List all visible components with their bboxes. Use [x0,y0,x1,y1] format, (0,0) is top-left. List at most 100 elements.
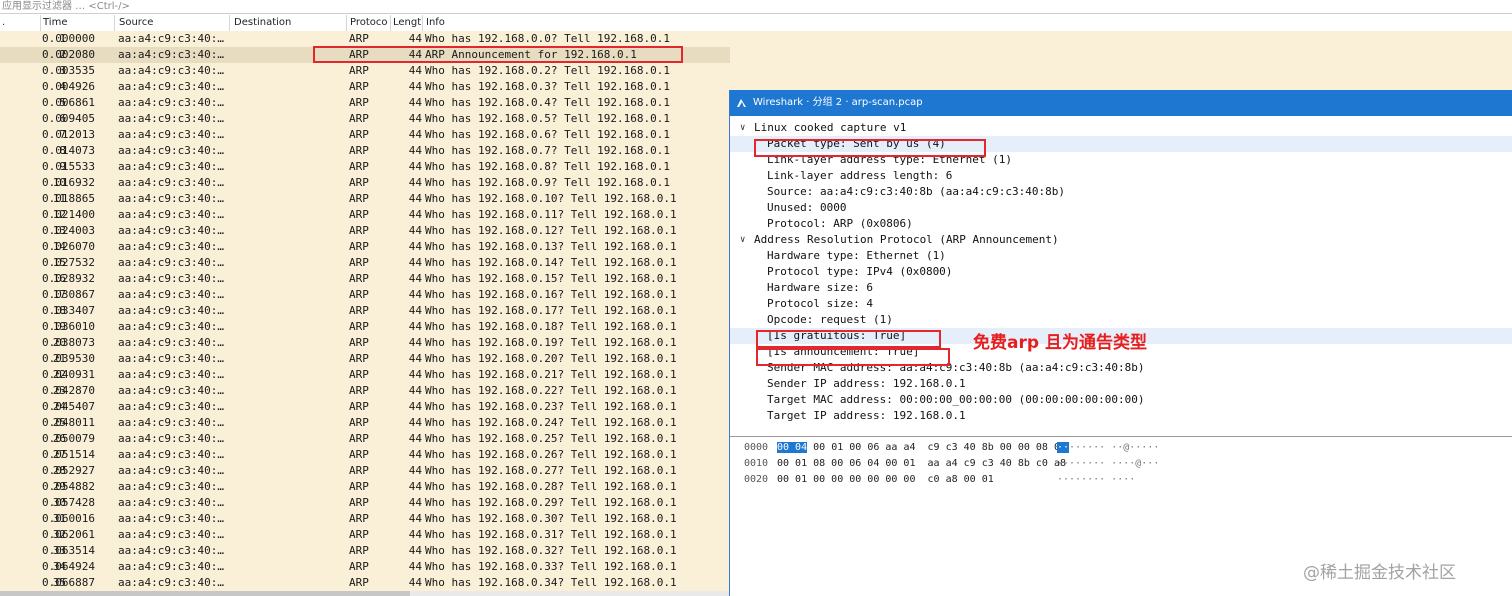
packet-details-tree[interactable]: ∨ Linux cooked capture v1 Packet type: Sen… [730,120,1512,437]
packet-row[interactable]: 14 0.026070 aa:a4:c9:c3:40:… ARP 44 Who has 1… [0,239,730,255]
packet-protocol: ARP [349,512,369,525]
packet-row[interactable]: 33 0.063514 aa:a4:c9:c3:40:… ARP 44 Who has 1… [0,543,730,559]
tree-node-field[interactable]: Target MAC address: 00:00:00_00:00:00 (0… [730,392,1512,408]
packet-row[interactable]: 23 0.042870 aa:a4:c9:c3:40:… ARP 44 Who has 1… [0,383,730,399]
packet-info: Who has 192.168.0.21? Tell 192.168.0.1 [425,368,677,381]
packet-source: aa:a4:c9:c3:40:… [118,272,224,285]
hex-offset: 0020 [744,474,769,485]
packet-source: aa:a4:c9:c3:40:… [118,144,224,157]
ascii-selected[interactable]: ·· [1057,442,1070,453]
packet-protocol: ARP [349,64,369,77]
tree-node-field[interactable]: Protocol type: IPv4 (0x0800) [730,264,1512,280]
hex-selected-bytes[interactable]: 00 04 [777,442,808,453]
packet-source: aa:a4:c9:c3:40:… [118,32,224,45]
packet-info: Who has 192.168.0.13? Tell 192.168.0.1 [425,240,677,253]
packet-row[interactable]: 12 0.021400 aa:a4:c9:c3:40:… ARP 44 Who has 1… [0,207,730,223]
packet-length: 44 [408,144,422,157]
hex-row[interactable]: 0010 00 01 08 00 06 04 00 01 aa a4 c9 c3 … [730,456,1512,472]
packet-row[interactable]: 9 0.015533 aa:a4:c9:c3:40:… ARP 44 Who has 19… [0,159,730,175]
packet-info: Who has 192.168.0.7? Tell 192.168.0.1 [425,144,671,157]
packet-info: Who has 192.168.0.14? Tell 192.168.0.1 [425,256,677,269]
scrollbar-thumb[interactable] [0,591,410,596]
packet-row[interactable]: 13 0.024003 aa:a4:c9:c3:40:… ARP 44 Who has 1… [0,223,730,239]
expand-chevron-icon[interactable]: ∨ [740,120,745,136]
packet-row[interactable]: 34 0.064924 aa:a4:c9:c3:40:… ARP 44 Who has 1… [0,559,730,575]
col-no-header[interactable]: . [2,17,5,29]
tree-node-protocol[interactable]: ∨ Linux cooked capture v1 [730,120,1512,136]
packet-row[interactable]: 19 0.036010 aa:a4:c9:c3:40:… ARP 44 Who has 1… [0,319,730,335]
tree-node-field[interactable]: Source: aa:a4:c9:c3:40:8b (aa:a4:c9:c3:4… [730,184,1512,200]
hex-byte-values: 00 01 00 06 aa a4 c9 c3 40 8b 00 00 08 0… [807,442,1066,453]
packet-row[interactable]: 26 0.050079 aa:a4:c9:c3:40:… ARP 44 Who has 1… [0,431,730,447]
packet-row[interactable]: 29 0.054882 aa:a4:c9:c3:40:… ARP 44 Who has 1… [0,479,730,495]
packet-bytes-pane[interactable]: 0000 00 04 00 01 00 06 aa a4 c9 c3 40 8b … [730,440,1512,500]
tree-node-field[interactable]: Hardware size: 6 [730,280,1512,296]
packet-info: Who has 192.168.0.0? Tell 192.168.0.1 [425,32,671,45]
hex-row[interactable]: 0000 00 04 00 01 00 06 aa a4 c9 c3 40 8b … [730,440,1512,456]
packet-row[interactable]: 8 0.014073 aa:a4:c9:c3:40:… ARP 44 Who has 19… [0,143,730,159]
packet-row[interactable]: 21 0.039530 aa:a4:c9:c3:40:… ARP 44 Who has 1… [0,351,730,367]
packet-row[interactable]: 17 0.030867 aa:a4:c9:c3:40:… ARP 44 Who has 1… [0,287,730,303]
packet-row[interactable]: 20 0.038073 aa:a4:c9:c3:40:… ARP 44 Who has 1… [0,335,730,351]
packet-protocol: ARP [349,304,369,317]
tree-node-field[interactable]: Protocol: ARP (0x0806) [730,216,1512,232]
tree-node-field[interactable]: Sender IP address: 192.168.0.1 [730,376,1512,392]
window-title-bar[interactable]: Wireshark · 分组 2 · arp-scan.pcap [730,90,1512,116]
packet-row[interactable]: 5 0.006861 aa:a4:c9:c3:40:… ARP 44 Who has 19… [0,95,730,111]
packet-time: 0.002080 [42,48,95,61]
packet-protocol: ARP [349,144,369,157]
tree-node-field[interactable]: Target IP address: 192.168.0.1 [730,408,1512,424]
hex-row[interactable]: 0020 00 01 00 00 00 00 00 00 c0 a8 00 01 ·… [730,472,1512,488]
packet-row[interactable]: 22 0.040931 aa:a4:c9:c3:40:… ARP 44 Who has 1… [0,367,730,383]
packet-protocol: ARP [349,464,369,477]
col-time-header[interactable]: Time [43,17,67,29]
packet-row[interactable]: 30 0.057428 aa:a4:c9:c3:40:… ARP 44 Who has 1… [0,495,730,511]
hex-offset: 0000 [744,442,769,453]
packet-row[interactable]: 31 0.060016 aa:a4:c9:c3:40:… ARP 44 Who has 1… [0,511,730,527]
packet-row[interactable]: 15 0.027532 aa:a4:c9:c3:40:… ARP 44 Who has 1… [0,255,730,271]
packet-row[interactable]: 10 0.016932 aa:a4:c9:c3:40:… ARP 44 Who has 1… [0,175,730,191]
expand-chevron-icon[interactable]: ∨ [740,232,745,248]
packet-info: Who has 192.168.0.30? Tell 192.168.0.1 [425,512,677,525]
tree-node-label: Protocol type: IPv4 (0x0800) [767,265,953,278]
packet-row[interactable]: 18 0.033407 aa:a4:c9:c3:40:… ARP 44 Who has 1… [0,303,730,319]
tree-node-field[interactable]: Protocol size: 4 [730,296,1512,312]
highlight-box-packet-type [754,139,986,157]
col-source-header[interactable]: Source [119,17,153,29]
tree-node-field[interactable]: Unused: 0000 [730,200,1512,216]
packet-length: 44 [408,320,422,333]
packet-protocol: ARP [349,192,369,205]
packet-row[interactable]: 4 0.004926 aa:a4:c9:c3:40:… ARP 44 Who has 19… [0,79,730,95]
display-filter-input[interactable]: 应用显示过滤器 … <Ctrl-/> [0,0,1512,14]
packet-row[interactable]: 28 0.052927 aa:a4:c9:c3:40:… ARP 44 Who has 1… [0,463,730,479]
packet-row[interactable]: 11 0.018865 aa:a4:c9:c3:40:… ARP 44 Who has 1… [0,191,730,207]
col-length-header[interactable]: Lengt [393,17,421,29]
col-info-header[interactable]: Info [426,17,445,29]
tree-node-field[interactable]: Link-layer address length: 6 [730,168,1512,184]
packet-row[interactable]: 1 0.000000 aa:a4:c9:c3:40:… ARP 44 Who has 19… [0,31,730,47]
window-title: Wireshark · 分组 2 · arp-scan.pcap [753,97,923,108]
col-protocol-header[interactable]: Protoco [350,17,390,29]
tree-node-protocol[interactable]: ∨ Address Resolution Protocol (ARP Announ… [730,232,1512,248]
highlight-box-announcement-flag [756,348,950,366]
packet-row[interactable]: 6 0.009405 aa:a4:c9:c3:40:… ARP 44 Who has 19… [0,111,730,127]
tree-node-field[interactable]: Opcode: request (1) [730,312,1512,328]
col-destination-header[interactable]: Destination [234,17,291,29]
packet-row[interactable]: 27 0.051514 aa:a4:c9:c3:40:… ARP 44 Who has 1… [0,447,730,463]
hex-ascii: ········ ···· [1057,472,1135,488]
packet-info: Who has 192.168.0.25? Tell 192.168.0.1 [425,432,677,445]
packet-row[interactable]: 35 0.066887 aa:a4:c9:c3:40:… ARP 44 Who has 1… [0,575,730,591]
packet-row[interactable]: 32 0.062061 aa:a4:c9:c3:40:… ARP 44 Who has 1… [0,527,730,543]
packet-row[interactable]: 25 0.048011 aa:a4:c9:c3:40:… ARP 44 Who has 1… [0,415,730,431]
tree-node-label: Target IP address: 192.168.0.1 [767,409,966,422]
packet-row[interactable]: 7 0.012013 aa:a4:c9:c3:40:… ARP 44 Who has 19… [0,127,730,143]
packet-row[interactable]: 24 0.045407 aa:a4:c9:c3:40:… ARP 44 Who has 1… [0,399,730,415]
packet-source: aa:a4:c9:c3:40:… [118,224,224,237]
packet-time: 0.054882 [42,480,95,493]
packet-time: 0.003535 [42,64,95,77]
watermark: @稀土掘金技术社区 [1303,563,1456,583]
packet-source: aa:a4:c9:c3:40:… [118,80,224,93]
tree-node-field[interactable]: Hardware type: Ethernet (1) [730,248,1512,264]
packet-row[interactable]: 16 0.028932 aa:a4:c9:c3:40:… ARP 44 Who has 1… [0,271,730,287]
packet-row[interactable]: 3 0.003535 aa:a4:c9:c3:40:… ARP 44 Who has 19… [0,63,730,79]
